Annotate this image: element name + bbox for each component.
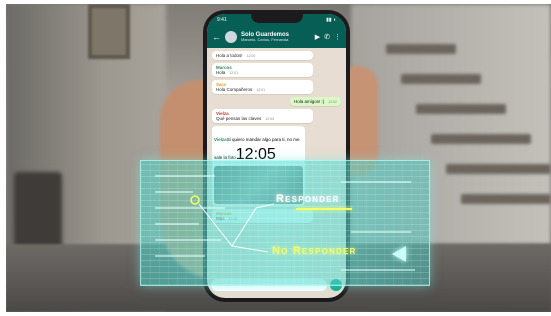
option-no-responder[interactable]: No Responder	[272, 245, 356, 257]
origin-node-icon	[190, 195, 200, 205]
option-responder[interactable]: Responder	[276, 193, 340, 205]
path-to-no-responder	[198, 203, 269, 253]
decision-path-lines	[190, 195, 275, 253]
responder-underline	[296, 208, 352, 210]
selector-arrow-icon	[392, 246, 406, 262]
path-to-responder	[231, 203, 275, 247]
